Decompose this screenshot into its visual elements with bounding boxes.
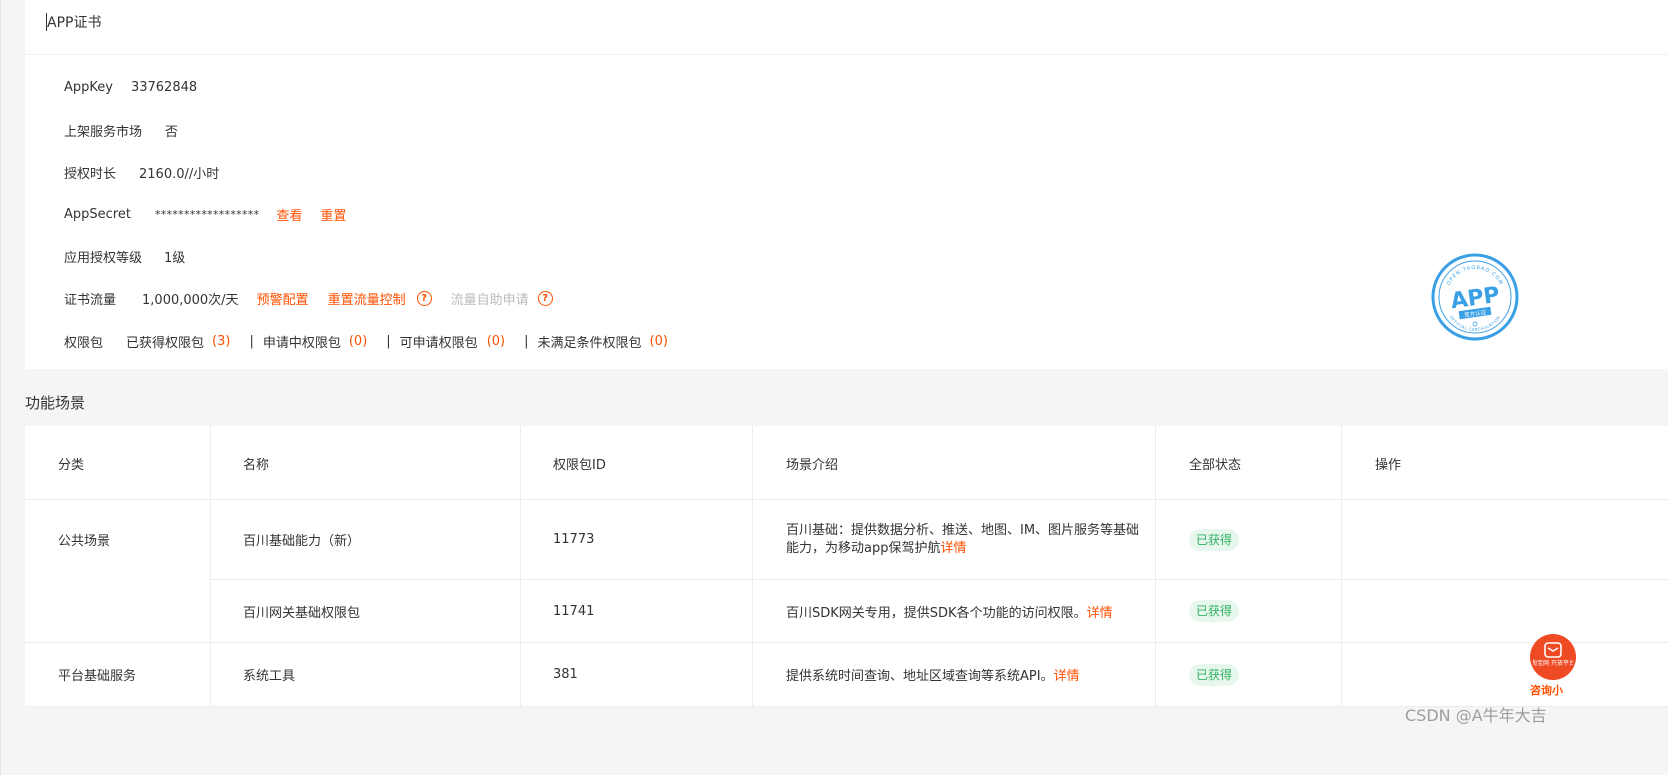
self-apply-link: 流量自助申请 (450, 293, 529, 308)
app-certificate-panel: APP证书 AppKey 33762848 上架服务市场 否 授权时长 2160… (25, 0, 1668, 369)
column-divider (210, 426, 211, 707)
row-status: 已获得 (1189, 643, 1240, 706)
consult-label[interactable]: 咨询小 (1530, 682, 1563, 698)
permission-label: 权限包 (64, 336, 104, 351)
appkey-value: 33762848 (130, 80, 198, 95)
category-platform-services: 平台基础服务 (58, 669, 137, 684)
duration-row: 授权时长 2160.0//小时 (64, 163, 219, 182)
row-description: 百川SDK网关专用，提供SDK各个功能的访问权限。 详情 (786, 580, 1113, 642)
consult-icon-text: 淘宝网 开放平台 (1533, 659, 1573, 667)
appsecret-value: ****************** (154, 208, 260, 221)
appsecret-label: AppSecret (64, 207, 131, 222)
detail-link[interactable]: 详情 (1087, 602, 1113, 621)
detail-link[interactable]: 详情 (940, 541, 966, 556)
header-description: 场景介绍 (786, 457, 839, 473)
scenes-table: 分类 名称 权限包ID 场景介绍 全部状态 操作 公共场景 平台基础服务 百川基… (25, 426, 1668, 707)
duration-value: 2160.0//小时 (139, 167, 220, 182)
watermark: CSDN @A牛年大吉 (1405, 706, 1547, 725)
row-description: 百川基础：提供数据分析、推送、地图、IM、图片服务等基础能力，为移动app保驾护… (786, 500, 1141, 579)
status-badge: 已获得 (1189, 528, 1240, 551)
perm-applicable-label[interactable]: 可申请权限包 (400, 332, 478, 351)
appsecret-row: AppSecret ****************** 查看 重置 (64, 205, 346, 224)
separator: | (249, 334, 254, 349)
row-perm-id: 381 (553, 667, 578, 682)
auth-level-value: 1级 (164, 251, 186, 266)
description-text: 提供系统时间查询、地址区域查询等系统API。 (786, 669, 1054, 684)
perm-unmet-count: (0) (649, 334, 668, 349)
auth-level-label: 应用授权等级 (64, 251, 143, 266)
header-perm-id: 权限包ID (553, 457, 606, 473)
flow-value: 1,000,000次/天 (142, 293, 239, 308)
separator: | (524, 334, 529, 349)
permission-row: 权限包 已获得权限包 (3) | 申请中权限包 (0) | 可申请权限包 (0)… (64, 332, 668, 351)
row-name: 百川基础能力（新） (243, 534, 361, 549)
question-icon[interactable]: ? (537, 291, 553, 306)
appkey-label: AppKey (64, 80, 113, 95)
perm-obtained-label[interactable]: 已获得权限包 (126, 332, 204, 351)
header-status[interactable]: 全部状态 (1189, 426, 1241, 500)
section-title-scenes: 功能场景 (25, 394, 86, 412)
row-status: 已获得 (1189, 580, 1240, 642)
row-name: 百川网关基础权限包 (243, 605, 361, 621)
category-public-scenes: 公共场景 (58, 534, 111, 549)
auth-level-row: 应用授权等级 1级 (64, 247, 185, 266)
row-description: 提供系统时间查询、地址区域查询等系统API。 详情 (786, 643, 1080, 706)
market-value: 否 (165, 125, 179, 140)
question-icon[interactable]: ? (416, 291, 432, 306)
flow-label: 证书流量 (64, 293, 117, 308)
panel-title: APP证书 (45, 12, 101, 32)
official-certification-stamp: OPEN.TAOBAO.COM APP 官方认证 OFFICIAL CERTIF… (1431, 253, 1519, 341)
market-label: 上架服务市场 (64, 125, 143, 140)
appkey-row: AppKey 33762848 (64, 80, 197, 95)
column-divider (752, 426, 753, 707)
alert-config-link[interactable]: 预警配置 (257, 289, 309, 308)
duration-label: 授权时长 (64, 167, 117, 182)
flow-row: 证书流量 1,000,000次/天 预警配置 重置流量控制 ? 流量自助申请 ? (64, 289, 553, 308)
row-perm-id: 11773 (553, 532, 595, 547)
reset-flow-link[interactable]: 重置流量控制 (328, 289, 406, 308)
panel-divider (25, 54, 1668, 55)
column-divider (1341, 426, 1342, 707)
separator: | (386, 334, 391, 349)
perm-obtained-count: (3) (212, 334, 231, 349)
status-badge: 已获得 (1189, 600, 1240, 622)
reset-secret-link[interactable]: 重置 (320, 205, 346, 224)
column-divider (1155, 426, 1156, 707)
view-secret-link[interactable]: 查看 (276, 205, 302, 224)
column-divider (520, 426, 521, 707)
row-status: 已获得 (1189, 500, 1240, 579)
perm-applying-count: (0) (348, 334, 368, 349)
header-name: 名称 (243, 457, 270, 473)
taobao-open-platform-icon: 淘宝网 开放平台 (1533, 642, 1573, 667)
consult-button[interactable]: 淘宝网 开放平台 (1530, 634, 1576, 680)
market-row: 上架服务市场 否 (64, 121, 178, 140)
header-category: 分类 (58, 457, 85, 473)
detail-link[interactable]: 详情 (1054, 665, 1080, 684)
description-text: 百川SDK网关专用，提供SDK各个功能的访问权限。 (786, 605, 1087, 621)
perm-applying-label[interactable]: 申请中权限包 (263, 332, 341, 351)
perm-unmet-label[interactable]: 未满足条件权限包 (538, 332, 642, 351)
left-border (0, 0, 1, 775)
row-perm-id: 11741 (553, 603, 595, 619)
status-badge: 已获得 (1189, 663, 1240, 686)
perm-applicable-count: (0) (486, 334, 506, 349)
row-name: 系统工具 (243, 669, 296, 684)
header-actions: 操作 (1375, 457, 1402, 473)
